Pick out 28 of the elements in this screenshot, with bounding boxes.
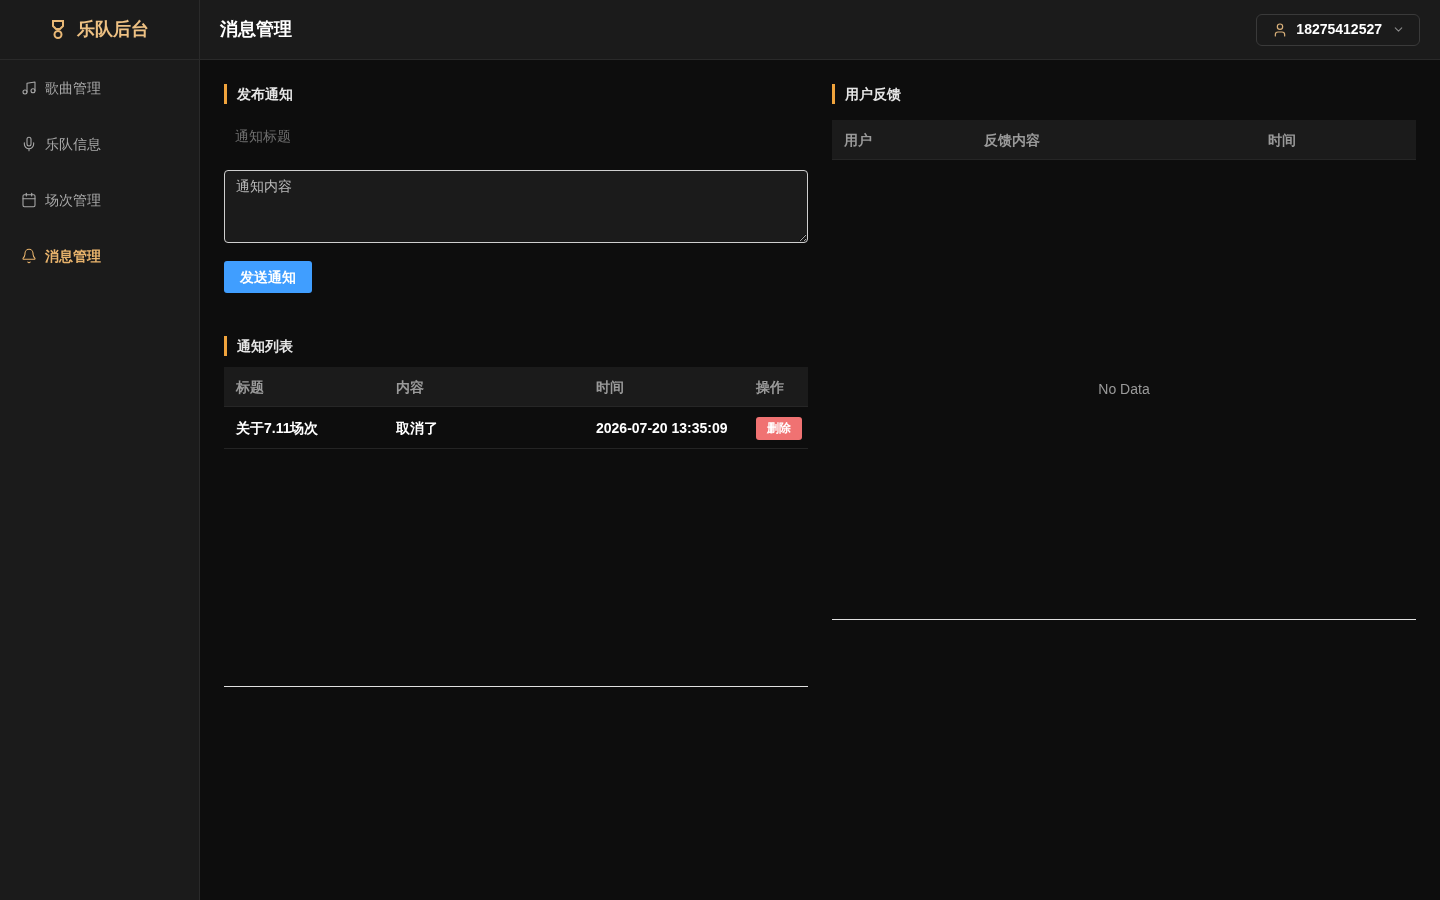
table-cell: 2026-07-20 13:35:09 <box>596 419 728 436</box>
column-header: 内容 <box>396 378 424 395</box>
column-header: 时间 <box>596 378 624 395</box>
user-menu[interactable]: 18275412527 <box>1256 13 1420 46</box>
music-notes-icon <box>21 80 37 96</box>
section-title: 用户反馈 <box>832 84 901 104</box>
empty-state-text: No Data <box>1098 380 1150 399</box>
title-input[interactable]: 通知标题 <box>224 120 808 152</box>
app-title: 乐队后台 <box>76 18 149 41</box>
sidebar-item[interactable]: 场次管理 <box>0 172 199 228</box>
microphone-icon <box>21 136 37 152</box>
column-header: 标题 <box>236 378 264 395</box>
column-header: 时间 <box>1268 131 1296 148</box>
sidebar-item[interactable]: 歌曲管理 <box>0 60 199 116</box>
calendar-icon <box>21 192 37 208</box>
column-header: 反馈内容 <box>984 131 1040 148</box>
content-input[interactable]: 通知内容 <box>224 170 808 243</box>
bell-icon <box>21 248 37 264</box>
table-cell: 关于7.11场次 <box>236 419 319 436</box>
medal-icon <box>50 19 65 40</box>
table-cell: 取消了 <box>396 419 438 436</box>
column-header: 操作 <box>756 378 784 395</box>
sidebar-item[interactable]: 乐队信息 <box>0 116 199 172</box>
page-title: 消息管理 <box>220 18 292 41</box>
sidebar-item[interactable]: 消息管理 <box>0 228 199 284</box>
section-title: 通知列表 <box>224 336 293 356</box>
column-header: 用户 <box>844 131 872 148</box>
section-title: 发布通知 <box>224 84 293 104</box>
